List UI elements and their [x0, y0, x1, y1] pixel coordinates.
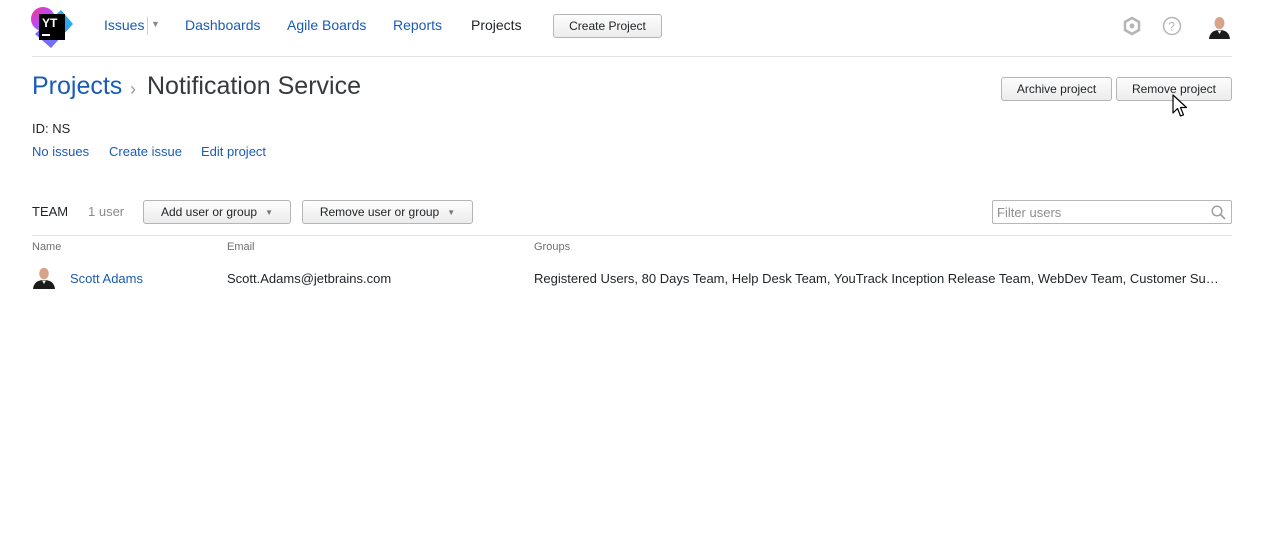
column-header-name[interactable]: Name — [32, 241, 61, 253]
nav-separator — [147, 17, 148, 35]
nav-projects[interactable]: Projects — [471, 17, 522, 33]
chevron-down-icon: ▼ — [447, 207, 456, 217]
top-navigation-bar: YT Issues ▼ Dashboards Agile Boards Repo… — [0, 0, 1264, 57]
user-groups: Registered Users, 80 Days Team, Help Des… — [534, 271, 1219, 286]
no-issues-link[interactable]: No issues — [32, 144, 89, 159]
user-name-link[interactable]: Scott Adams — [70, 271, 143, 286]
create-issue-link[interactable]: Create issue — [109, 144, 182, 159]
filter-users-field[interactable] — [992, 200, 1232, 224]
create-project-button[interactable]: Create Project — [553, 14, 662, 38]
issues-dropdown-caret-icon[interactable]: ▼ — [151, 19, 160, 29]
breadcrumb-separator: › — [130, 79, 136, 99]
edit-project-link[interactable]: Edit project — [201, 144, 266, 159]
remove-user-or-group-label: Remove user or group — [319, 205, 440, 219]
chevron-down-icon: ▼ — [265, 207, 273, 217]
user-email: Scott.Adams@jetbrains.com — [227, 271, 392, 286]
add-user-or-group-label: Add user or group — [161, 205, 258, 219]
column-header-groups[interactable]: Groups — [534, 241, 570, 253]
nav-issues[interactable]: Issues — [104, 17, 144, 33]
page-title: Notification Service — [147, 72, 361, 100]
team-divider — [32, 235, 1232, 236]
add-user-or-group-button[interactable]: Add user or group ▼ — [143, 200, 291, 224]
nav-agile-boards[interactable]: Agile Boards — [287, 17, 366, 33]
team-heading: TEAM — [32, 204, 69, 219]
mouse-pointer-icon — [1172, 94, 1188, 117]
remove-user-or-group-button[interactable]: Remove user or group ▼ — [302, 200, 473, 224]
team-user-count: 1 user — [88, 204, 125, 219]
archive-project-button[interactable]: Archive project — [1001, 77, 1112, 101]
user-avatar[interactable] — [1207, 14, 1232, 39]
table-row: Scott Adams Scott.Adams@jetbrains.com Re… — [0, 262, 1264, 294]
header-divider — [32, 56, 1232, 57]
settings-icon[interactable] — [1122, 16, 1142, 36]
help-icon[interactable]: ? — [1162, 16, 1182, 36]
project-id: ID: NS — [32, 121, 71, 136]
svg-text:YT: YT — [42, 16, 58, 30]
nav-dashboards[interactable]: Dashboards — [185, 17, 261, 33]
column-header-email[interactable]: Email — [227, 241, 255, 253]
youtrack-logo[interactable]: YT — [31, 6, 73, 48]
nav-reports[interactable]: Reports — [393, 17, 442, 33]
svg-text:?: ? — [1168, 20, 1175, 34]
search-icon[interactable] — [1211, 205, 1226, 220]
breadcrumb-projects-link[interactable]: Projects — [32, 72, 122, 101]
user-avatar — [32, 265, 56, 289]
filter-users-input[interactable] — [993, 201, 1193, 223]
